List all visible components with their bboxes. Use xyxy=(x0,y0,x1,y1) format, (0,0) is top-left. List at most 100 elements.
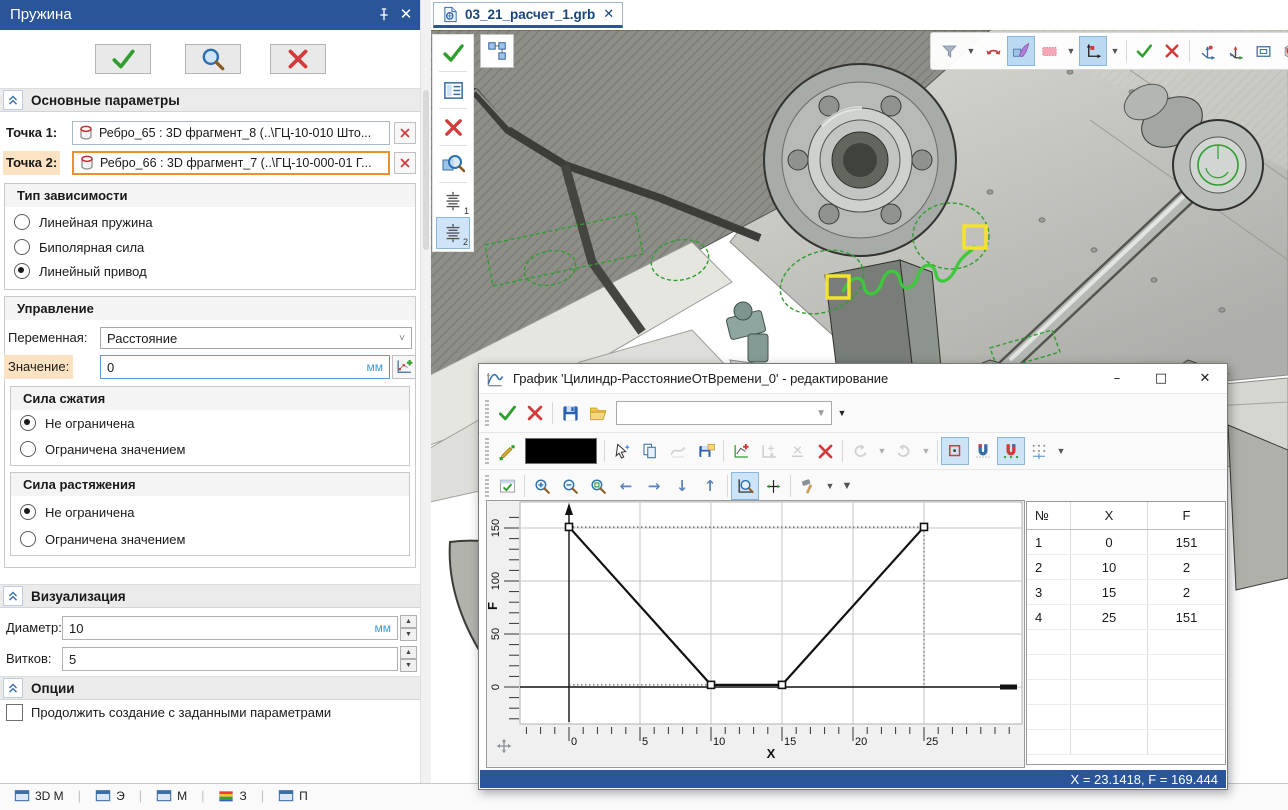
spin-up-icon[interactable]: ▲ xyxy=(400,615,417,628)
transparency-button[interactable] xyxy=(1007,36,1035,66)
spring-mode-2-button[interactable]: 2 xyxy=(436,217,470,249)
radio-tension-limited[interactable]: Ограничена значением xyxy=(20,530,185,548)
spring-mode-1-button[interactable]: 1 xyxy=(436,185,470,217)
table-row[interactable]: 425151 xyxy=(1027,605,1225,630)
table-row-empty[interactable] xyxy=(1027,680,1225,705)
apply-filter-button[interactable] xyxy=(1130,36,1158,66)
pan-left-button[interactable]: ← xyxy=(612,472,640,500)
coils-spinner[interactable]: ▲▼ xyxy=(400,646,417,672)
table-row-empty[interactable] xyxy=(1027,655,1225,680)
grid-step-button[interactable] xyxy=(1025,437,1053,465)
redo-button[interactable] xyxy=(890,437,918,465)
fit-width-button[interactable] xyxy=(759,472,787,500)
pan-up-button[interactable]: ↑ xyxy=(696,472,724,500)
confirm-button[interactable] xyxy=(436,37,470,69)
pin-icon[interactable] xyxy=(374,5,394,25)
taskbar-item-2[interactable]: Э xyxy=(95,788,125,804)
redo-dropdown[interactable]: ▼ xyxy=(918,437,934,465)
panel-close-icon[interactable]: ✕ xyxy=(396,5,416,25)
clear-filter-button[interactable] xyxy=(1158,36,1186,66)
copy-curve-button[interactable] xyxy=(664,437,692,465)
parameters-button[interactable] xyxy=(436,74,470,106)
radio-linear-spring[interactable]: Линейная пружина xyxy=(14,213,153,231)
edit-graph-button[interactable] xyxy=(392,355,416,379)
section-main-params[interactable]: Основные параметры xyxy=(0,88,420,112)
collapse-icon[interactable] xyxy=(3,678,23,698)
radio-compression-limited[interactable]: Ограничена значением xyxy=(20,440,185,458)
section-visualization[interactable]: Визуализация xyxy=(0,584,420,608)
pan-right-button[interactable]: → xyxy=(640,472,668,500)
table-row-empty[interactable] xyxy=(1027,705,1225,730)
undo-button[interactable] xyxy=(846,437,874,465)
curve-color-swatch[interactable] xyxy=(525,438,597,464)
delete-point-button[interactable] xyxy=(783,437,811,465)
table-row[interactable]: 3152 xyxy=(1027,580,1225,605)
cancel-button[interactable] xyxy=(436,111,470,143)
tab-close-icon[interactable]: ✕ xyxy=(603,6,614,22)
more-dropdown[interactable]: ▼ xyxy=(838,472,856,500)
grid-step-dropdown[interactable]: ▼ xyxy=(1053,437,1069,465)
variable-combobox[interactable]: Расстояние ˅ xyxy=(100,327,412,349)
settings-dropdown[interactable]: ▼ xyxy=(822,472,838,500)
delete-all-points-button[interactable] xyxy=(811,437,839,465)
magnet-grid-button[interactable] xyxy=(997,437,1025,465)
zoom-in-button[interactable] xyxy=(528,472,556,500)
move-point-button[interactable] xyxy=(755,437,783,465)
plot-area[interactable]: 050100150 0510152025 F X xyxy=(486,500,1025,768)
point2-clear-button[interactable] xyxy=(394,152,416,174)
cancel-button[interactable] xyxy=(270,44,326,74)
checkbox-icon[interactable] xyxy=(6,704,23,721)
radio-bipolar-force[interactable]: Биполярная сила xyxy=(14,238,144,256)
add-point-button[interactable] xyxy=(727,437,755,465)
collapse-icon[interactable] xyxy=(3,90,23,110)
panel-scrollbar[interactable] xyxy=(420,0,431,783)
taskbar-item-5[interactable]: П xyxy=(278,788,308,804)
copy-button[interactable] xyxy=(636,437,664,465)
radio-compression-unlimited[interactable]: Не ограничена xyxy=(20,414,135,432)
edit-points-button[interactable] xyxy=(493,437,521,465)
frame-view-button[interactable] xyxy=(1249,36,1277,66)
table-row[interactable]: 2102 xyxy=(1027,555,1225,580)
snap-to-node-button[interactable] xyxy=(941,437,969,465)
radio-tension-unlimited[interactable]: Не ограничена xyxy=(20,503,135,521)
radio-linear-drive[interactable]: Линейный привод xyxy=(14,262,147,280)
taskbar-item-3d-model[interactable]: 3D М xyxy=(14,788,64,804)
minimize-button[interactable]: – xyxy=(1095,364,1139,393)
curve-select-combobox[interactable]: ▼ xyxy=(616,401,832,425)
taskbar-item-3[interactable]: М xyxy=(156,788,187,804)
window-close-button[interactable]: ✕ xyxy=(1183,364,1227,393)
tab-document[interactable]: 03_21_расчет_1.grb ✕ xyxy=(433,2,623,28)
collapse-icon[interactable] xyxy=(3,586,23,606)
continue-option-row[interactable]: Продолжить создание с заданными параметр… xyxy=(6,704,331,721)
point2-field[interactable]: Ребро_66 : 3D фрагмент_7 (..\ГЦ-10-000-0… xyxy=(72,151,390,175)
rotate-mode-button[interactable] xyxy=(979,36,1007,66)
select-tool-button[interactable] xyxy=(608,437,636,465)
autoscale-button[interactable] xyxy=(731,472,759,500)
paste-curve-button[interactable] xyxy=(692,437,720,465)
spin-down-icon[interactable]: ▼ xyxy=(400,659,417,672)
selection-box-dropdown[interactable]: ▼ xyxy=(1063,36,1079,66)
table-row-empty[interactable] xyxy=(1027,730,1225,755)
taskbar-item-4[interactable]: З xyxy=(218,788,246,804)
view-settings-button[interactable] xyxy=(493,472,521,500)
open-button[interactable] xyxy=(584,399,612,427)
table-row-empty[interactable] xyxy=(1027,630,1225,655)
pan-down-button[interactable]: ↓ xyxy=(668,472,696,500)
preview-button[interactable] xyxy=(436,148,470,180)
coordinate-snap-button[interactable] xyxy=(1079,36,1107,66)
fragment-tool-button[interactable] xyxy=(480,34,514,68)
spin-up-icon[interactable]: ▲ xyxy=(400,646,417,659)
selection-box-button[interactable] xyxy=(1035,36,1063,66)
pan-icon[interactable] xyxy=(497,739,511,753)
coils-input[interactable]: 5 xyxy=(62,647,398,671)
move-axes-button[interactable] xyxy=(1193,36,1221,66)
preview-button[interactable] xyxy=(185,44,241,74)
maximize-button[interactable]: □ xyxy=(1139,364,1183,393)
ok-button[interactable] xyxy=(95,44,151,74)
selector-filter-button[interactable] xyxy=(935,36,963,66)
table-row[interactable]: 10151 xyxy=(1027,530,1225,555)
coordinate-snap-dropdown[interactable]: ▼ xyxy=(1107,36,1123,66)
diameter-spinner[interactable]: ▲▼ xyxy=(400,615,417,641)
triad-button[interactable] xyxy=(1221,36,1249,66)
selector-filter-dropdown[interactable]: ▼ xyxy=(963,36,979,66)
